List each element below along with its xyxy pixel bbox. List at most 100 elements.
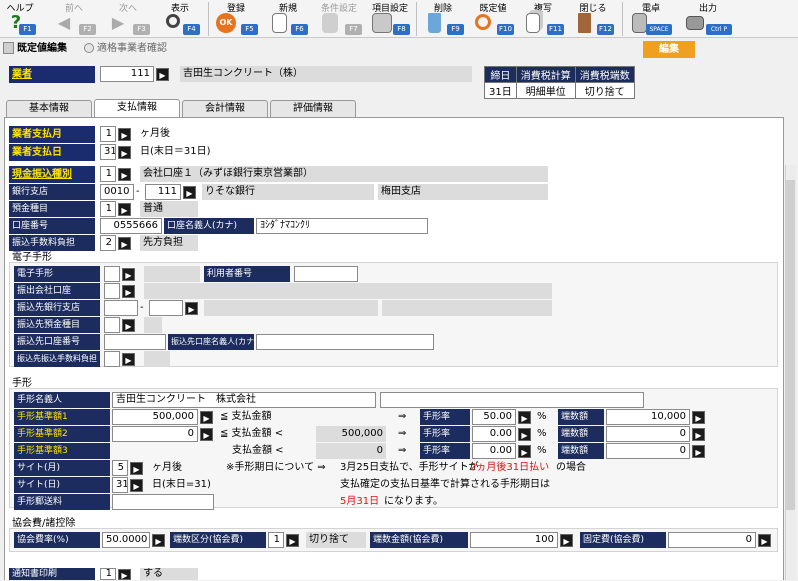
fixed-fee-button[interactable]: ▶ (758, 534, 771, 547)
view-button[interactable]: 表示 F4 (158, 0, 202, 38)
standard-amount-1-input[interactable]: 500,000 (112, 409, 198, 425)
tab-basic[interactable]: 基本情報 (6, 100, 92, 117)
standard-amount-1-button[interactable]: ▶ (200, 411, 213, 424)
notice-print-input[interactable]: 1 (100, 568, 116, 580)
prev-button[interactable]: 前へ ◀ F2 (50, 0, 98, 38)
postage-input[interactable] (112, 494, 214, 510)
note-holder-input[interactable]: 吉田生コンクリート 株式会社 (112, 392, 376, 408)
standard-amount-3-label[interactable]: 手形基準額3 (14, 443, 110, 459)
to-bank-code-input[interactable] (104, 300, 138, 316)
from-company-input[interactable] (104, 283, 120, 299)
to-bank-name (204, 300, 378, 316)
vendor-code-input[interactable]: 111 (100, 66, 154, 82)
fraction-type-input[interactable]: 1 (268, 532, 284, 548)
fraction-amount-button[interactable]: ▶ (560, 534, 573, 547)
percent-sign: % (537, 411, 547, 422)
e-note-select-button[interactable]: ▶ (122, 268, 135, 281)
next-button[interactable]: 次へ ▶ F3 (104, 0, 152, 38)
transfer-fee-input[interactable]: 2 (100, 235, 116, 251)
to-account-input[interactable] (104, 334, 166, 350)
user-number-input[interactable] (294, 266, 358, 282)
fraction-3-input[interactable]: 0 (606, 443, 690, 459)
pay-day-select-button[interactable]: ▶ (118, 146, 131, 159)
new-button[interactable]: 新規 F6 (266, 0, 310, 38)
scrollbar-thumb[interactable] (786, 180, 795, 510)
note-rate-3-input[interactable]: 0.00 (472, 443, 516, 459)
transfer-fee-select-button[interactable]: ▶ (118, 237, 131, 250)
site-month-input[interactable]: 5 (112, 460, 128, 476)
pay-month-input[interactable]: 1 (100, 126, 116, 142)
fraction-2-input[interactable]: 0 (606, 426, 690, 442)
from-company-select-button[interactable]: ▶ (122, 285, 135, 298)
fraction-type-button[interactable]: ▶ (286, 534, 299, 547)
tab-payment[interactable]: 支払情報 (94, 99, 180, 118)
to-deposit-label: 振込先預金種目 (14, 317, 100, 333)
to-account-name-input[interactable] (256, 334, 434, 350)
branch-code-input[interactable]: 111 (145, 184, 181, 200)
note-line-3b: になります。 (384, 496, 443, 507)
fraction-1-input[interactable]: 10,000 (606, 409, 690, 425)
note-rate-3-button[interactable]: ▶ (518, 445, 531, 458)
to-bank-select-button[interactable]: ▶ (185, 302, 198, 315)
note-rate-1-input[interactable]: 50.00 (472, 409, 516, 425)
to-fee-input[interactable] (104, 351, 120, 367)
deposit-type-input[interactable]: 1 (100, 201, 116, 217)
transfer-type-select-button[interactable]: ▶ (118, 168, 131, 181)
tab-evaluation[interactable]: 評価情報 (270, 100, 356, 117)
fraction-2-button[interactable]: ▶ (692, 428, 705, 441)
default-edit-mode[interactable]: 既定値編集 (17, 41, 67, 57)
copy-button[interactable]: 複写 F11 (520, 0, 566, 38)
standard-amount-2-label[interactable]: 手形基準額2 (14, 426, 110, 442)
delete-button[interactable]: 削除 F9 (420, 0, 466, 38)
account-name-input[interactable]: ﾖｼﾀﾞﾅﾏｺﾝｸﾘ (256, 218, 428, 234)
standard-amount-2-input[interactable]: 0 (112, 426, 198, 442)
note-rate-2-input[interactable]: 0.00 (472, 426, 516, 442)
fixed-fee-input[interactable]: 0 (668, 532, 756, 548)
site-day-input[interactable]: 31 (112, 477, 128, 493)
site-day-button[interactable]: ▶ (130, 479, 143, 492)
item-setting-button[interactable]: 項目設定 F8 (368, 0, 412, 38)
transfer-type-label[interactable]: 現金振込種別 (9, 166, 95, 183)
help-button[interactable]: ヘルプ ? F1 (2, 0, 38, 38)
table-header: 消費税端数 (574, 66, 635, 83)
vendor-name: 吉田生コンクリート（株） (180, 66, 472, 82)
to-deposit-input[interactable] (104, 317, 120, 333)
close-button[interactable]: 閉じる F12 (570, 0, 616, 38)
fraction-1-button[interactable]: ▶ (692, 411, 705, 424)
output-button[interactable]: 出力 Ctrl P (682, 0, 734, 38)
bank-select-button[interactable]: ▶ (183, 186, 196, 199)
default-button[interactable]: 既定値 F10 (470, 0, 516, 38)
standard-amount-2-button[interactable]: ▶ (200, 428, 213, 441)
to-bank-label: 振込先銀行支店 (14, 300, 100, 316)
standard-amount-1-label[interactable]: 手形基準額1 (14, 409, 110, 425)
account-number-input[interactable]: 0555666 (100, 218, 162, 234)
table-cell: 切り捨て (574, 82, 635, 99)
bank-code-input[interactable]: 0010 (100, 184, 134, 200)
pay-day-input[interactable]: 31 (100, 144, 116, 160)
note-rate-1-button[interactable]: ▶ (518, 411, 531, 424)
fraction-3-button[interactable]: ▶ (692, 445, 705, 458)
vendor-lookup-button[interactable]: ▶ (156, 68, 169, 81)
tab-accounting[interactable]: 会計情報 (182, 100, 268, 117)
site-month-button[interactable]: ▶ (130, 462, 143, 475)
condition-button[interactable]: 条件設定 F7 (314, 0, 364, 38)
trash-icon (428, 13, 441, 33)
note-holder-input-2[interactable] (380, 392, 644, 408)
eligible-business-check[interactable]: 適格事業者確認 (97, 41, 167, 57)
deposit-type-select-button[interactable]: ▶ (118, 203, 131, 216)
fraction-amount-input[interactable]: 100 (470, 532, 558, 548)
transfer-type-input[interactable]: 1 (100, 166, 116, 182)
association-rate-input[interactable]: 50.0000 (102, 532, 150, 548)
calculator-button[interactable]: 電卓 SPACE (628, 0, 674, 38)
to-branch-code-input[interactable] (149, 300, 183, 316)
pay-month-select-button[interactable]: ▶ (118, 128, 131, 141)
vendor-label[interactable]: 業者 (9, 66, 95, 83)
notice-print-button[interactable]: ▶ (118, 569, 131, 580)
to-fee-select-button[interactable]: ▶ (122, 353, 135, 366)
note-rate-2-button[interactable]: ▶ (518, 428, 531, 441)
association-rate-button[interactable]: ▶ (152, 534, 165, 547)
e-note-input[interactable] (104, 266, 120, 282)
register-button[interactable]: 登録 OK F5 (212, 0, 260, 38)
pay-month-label: 業者支払月 (9, 126, 95, 143)
to-deposit-select-button[interactable]: ▶ (122, 319, 135, 332)
